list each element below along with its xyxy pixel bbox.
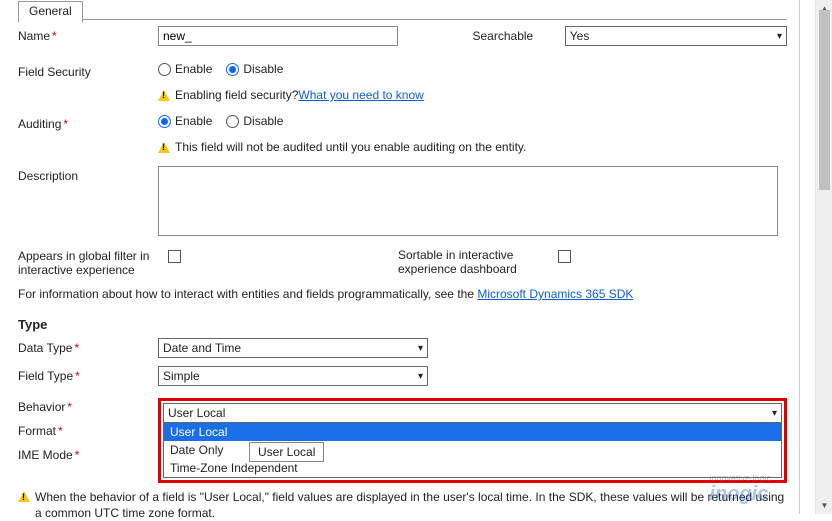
sdk-link[interactable]: Microsoft Dynamics 365 SDK: [477, 287, 633, 301]
sdk-text: For information about how to interact wi…: [18, 287, 477, 301]
type-heading: Type: [18, 317, 787, 332]
scroll-thumb[interactable]: [819, 10, 830, 190]
behavior-highlight: User Local ▾ User Local Date Only Time-Z…: [158, 398, 787, 483]
chevron-down-icon: ▾: [418, 371, 423, 382]
sortable-checkbox[interactable]: [558, 250, 571, 263]
description-label: Description: [18, 166, 158, 183]
searchable-label: Searchable: [473, 29, 565, 43]
auditing-disable-radio[interactable]: Disable: [226, 114, 283, 128]
behavior-tooltip: User Local: [249, 442, 324, 462]
field-security-disable-radio[interactable]: Disable: [226, 62, 283, 76]
auditing-label: Auditing*: [18, 114, 158, 131]
format-label: Format*: [18, 424, 158, 438]
data-type-label: Data Type*: [18, 338, 158, 355]
field-security-enable-radio[interactable]: Enable: [158, 62, 212, 76]
behavior-footnote: When the behavior of a field is "User Lo…: [35, 489, 787, 521]
field-security-info-link[interactable]: What you need to know: [298, 88, 423, 102]
behavior-label: Behavior*: [18, 400, 158, 414]
sortable-label: Sortable in interactive experience dashb…: [398, 246, 558, 276]
global-filter-label: Appears in global filter in interactive …: [18, 246, 168, 277]
behavior-option-user-local[interactable]: User Local: [164, 423, 781, 441]
field-security-label: Field Security: [18, 62, 158, 79]
chevron-down-icon: ▾: [418, 343, 423, 354]
vertical-scrollbar[interactable]: ▲ ▼: [815, 0, 832, 514]
chevron-down-icon: ▾: [777, 31, 782, 42]
name-input[interactable]: [158, 26, 398, 46]
tab-general[interactable]: General: [18, 1, 83, 23]
field-type-label: Field Type*: [18, 366, 158, 383]
searchable-select[interactable]: Yes ▾: [565, 26, 787, 46]
description-textarea[interactable]: [158, 166, 778, 236]
field-type-select[interactable]: Simple ▾: [158, 366, 428, 386]
data-type-select[interactable]: Date and Time ▾: [158, 338, 428, 358]
warning-icon: [158, 90, 170, 101]
behavior-options-list: User Local Date Only Time-Zone Independe…: [163, 423, 782, 478]
field-security-info-prefix: Enabling field security?: [175, 88, 298, 102]
warning-icon: [18, 491, 30, 502]
name-label: Name*: [18, 26, 158, 43]
auditing-enable-radio[interactable]: Enable: [158, 114, 212, 128]
chevron-down-icon: ▾: [772, 408, 777, 419]
tab-strip: General: [18, 0, 787, 20]
behavior-select[interactable]: User Local ▾: [163, 403, 782, 423]
global-filter-checkbox[interactable]: [168, 250, 181, 263]
scroll-down-icon[interactable]: ▼: [816, 497, 832, 514]
ime-mode-label: IME Mode*: [18, 448, 158, 462]
auditing-info: This field will not be audited until you…: [175, 140, 526, 154]
warning-icon: [158, 142, 170, 153]
